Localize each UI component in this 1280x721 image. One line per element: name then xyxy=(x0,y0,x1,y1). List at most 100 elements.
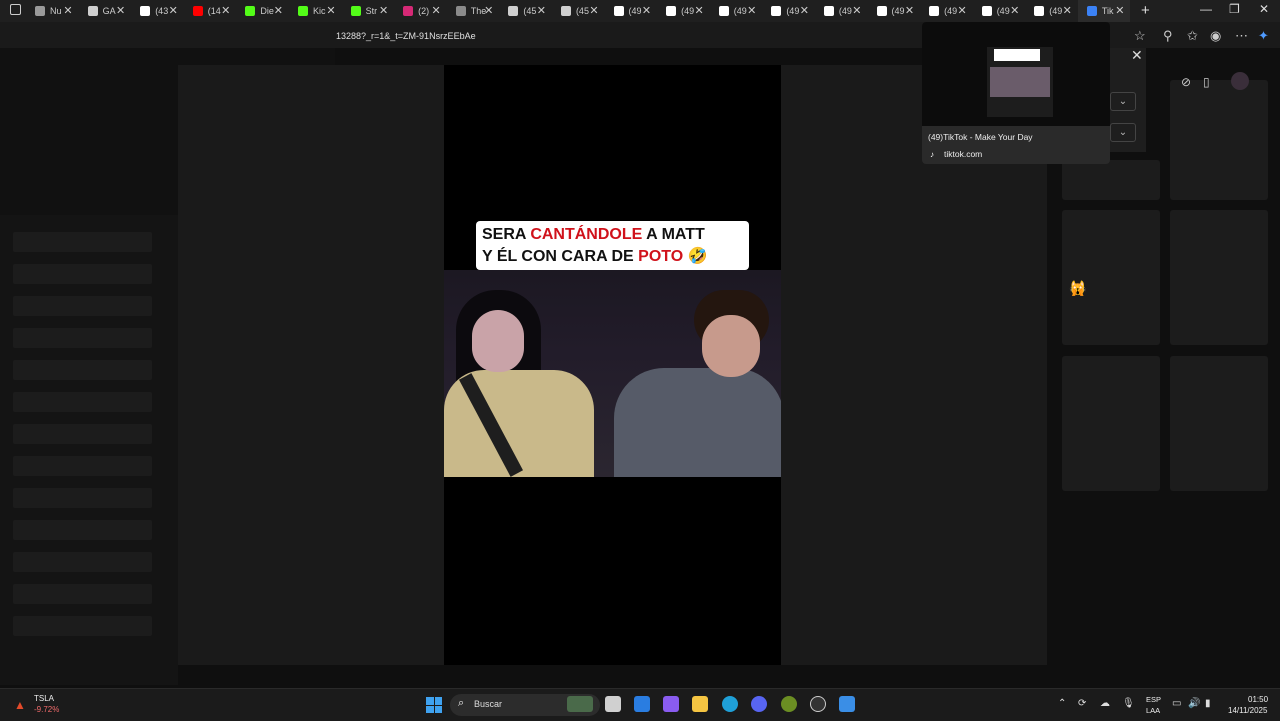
grid-thumbnail[interactable] xyxy=(1170,210,1268,345)
browser-tab[interactable]: (49 ✕ xyxy=(973,0,1026,22)
browser-tab[interactable]: Die ✕ xyxy=(236,0,289,22)
browser-tab[interactable]: (49 ✕ xyxy=(815,0,868,22)
avatar[interactable] xyxy=(1231,72,1249,90)
task-view-icon[interactable] xyxy=(605,696,621,712)
search-highlight-icon[interactable] xyxy=(567,696,593,712)
app-icon[interactable] xyxy=(810,696,826,712)
browser-tab[interactable]: (49 ✕ xyxy=(920,0,973,22)
close-window-button[interactable]: ✕ xyxy=(1259,2,1269,16)
close-tab-icon[interactable]: ✕ xyxy=(589,4,598,17)
close-tab-icon[interactable]: ✕ xyxy=(169,4,178,17)
minimize-button[interactable]: — xyxy=(1200,2,1212,16)
browser-tab[interactable]: (45 ✕ xyxy=(552,0,605,22)
grid-thumbnail[interactable] xyxy=(1062,210,1160,345)
sync-icon[interactable]: ⟳ xyxy=(1078,698,1086,709)
dropdown-1[interactable]: ⌄ xyxy=(1110,92,1136,111)
close-tab-icon[interactable]: ✕ xyxy=(852,4,861,17)
tab-hover-preview: (49)TikTok - Make Your Day ♪ tiktok.com xyxy=(922,22,1110,164)
grid-thumbnail[interactable] xyxy=(1170,356,1268,491)
favorites-icon[interactable]: ✩ xyxy=(1187,28,1198,44)
network-icon[interactable]: ▭ xyxy=(1172,698,1181,709)
volume-icon[interactable]: 🔊 xyxy=(1188,698,1200,709)
clock-time[interactable]: 01:50 xyxy=(1248,695,1268,704)
close-tab-icon[interactable]: ✕ xyxy=(326,4,335,17)
browser-tab[interactable]: (14 ✕ xyxy=(184,0,237,22)
skeleton-item xyxy=(13,296,152,316)
close-tab-icon[interactable]: ✕ xyxy=(537,4,546,17)
grid-thumbnail[interactable] xyxy=(1170,80,1268,200)
skeleton-item xyxy=(13,360,152,380)
discord-icon[interactable] xyxy=(751,696,767,712)
app-icon[interactable] xyxy=(839,696,855,712)
close-tab-icon[interactable]: ✕ xyxy=(116,4,125,17)
microphone-icon[interactable]: 🎙 xyxy=(1122,698,1135,709)
close-tab-icon[interactable]: ✕ xyxy=(957,4,966,17)
loading-icon xyxy=(1086,6,1097,16)
store-icon[interactable] xyxy=(634,696,650,712)
new-tab-button[interactable]: + xyxy=(1141,2,1150,19)
browser-tab[interactable]: (49 ✕ xyxy=(868,0,921,22)
close-tab-icon[interactable]: ✕ xyxy=(747,4,756,17)
close-tab-icon[interactable]: ✕ xyxy=(379,4,388,17)
browser-tab[interactable]: Tik ✕ xyxy=(1077,0,1131,22)
copilot-app-icon[interactable] xyxy=(663,696,679,712)
browser-tab[interactable]: (45 ✕ xyxy=(499,0,552,22)
close-tab-icon[interactable]: ✕ xyxy=(63,4,72,17)
tab-actions-icon[interactable] xyxy=(10,4,21,15)
restore-button[interactable]: ❐ xyxy=(1229,2,1240,16)
browser-tab[interactable]: (2) ✕ xyxy=(394,0,447,22)
close-icon[interactable]: ✕ xyxy=(1131,47,1143,64)
chevron-up-icon[interactable]: ⌃ xyxy=(1058,698,1066,709)
url-field[interactable]: 13288?_r=1&_t=ZM-91NsrzEEbAe xyxy=(336,31,476,41)
browser-tab[interactable]: (49 ✕ xyxy=(762,0,815,22)
close-tab-icon[interactable]: ✕ xyxy=(695,4,704,17)
language-layout[interactable]: LAA xyxy=(1146,706,1160,715)
browser-tab[interactable]: Nu ✕ xyxy=(26,0,79,22)
browser-tab[interactable]: The ✕ xyxy=(447,0,500,22)
stock-symbol[interactable]: TSLA xyxy=(34,694,54,703)
tiktok-icon xyxy=(508,6,519,16)
close-tab-icon[interactable]: ✕ xyxy=(905,4,914,17)
browser-tab[interactable]: (49 ✕ xyxy=(710,0,763,22)
close-tab-icon[interactable]: ✕ xyxy=(221,4,230,17)
language-indicator[interactable]: ESP xyxy=(1146,695,1161,704)
grid-thumbnail[interactable] xyxy=(1062,356,1160,491)
close-tab-icon[interactable]: ✕ xyxy=(800,4,809,17)
tiktok-icon xyxy=(666,6,677,16)
browser-tab[interactable]: (49 ✕ xyxy=(1025,0,1078,22)
phone-icon[interactable]: ▯ xyxy=(1203,75,1210,89)
stock-change: -9.72% xyxy=(34,705,60,714)
browser-tab[interactable]: Kic ✕ xyxy=(289,0,342,22)
favorite-star-icon[interactable]: ☆ xyxy=(1134,28,1146,44)
browser-tab[interactable]: (49 ✕ xyxy=(657,0,710,22)
extensions-icon[interactable]: ⚲ xyxy=(1163,28,1173,44)
battery-icon[interactable]: ▮ xyxy=(1205,698,1211,709)
youtube-icon xyxy=(192,6,203,16)
browser-tab[interactable]: (43 ✕ xyxy=(131,0,184,22)
close-tab-icon[interactable]: ✕ xyxy=(1063,4,1072,17)
file-explorer-icon[interactable] xyxy=(692,696,708,712)
browser-tab[interactable]: (49 ✕ xyxy=(605,0,658,22)
more-menu-icon[interactable]: ⋯ xyxy=(1235,28,1248,44)
browser-tab[interactable]: Str ✕ xyxy=(342,0,395,22)
close-tab-icon[interactable]: ✕ xyxy=(484,4,493,17)
close-tab-icon[interactable]: ✕ xyxy=(432,4,441,17)
start-button[interactable] xyxy=(426,697,442,713)
copilot-icon[interactable]: ✦ xyxy=(1258,28,1269,44)
profile-avatar[interactable]: ◉ xyxy=(1210,28,1221,44)
close-tab-icon[interactable]: ✕ xyxy=(274,4,283,17)
tiktok-icon xyxy=(87,6,98,16)
dropdown-2[interactable]: ⌄ xyxy=(1110,123,1136,142)
browser-tab[interactable]: GA ✕ xyxy=(79,0,132,22)
onedrive-icon[interactable]: ☁ xyxy=(1100,698,1110,709)
skeleton-item xyxy=(13,584,152,604)
clock-date[interactable]: 14/11/2025 xyxy=(1228,706,1267,715)
stock-chart-icon[interactable]: ▲ xyxy=(14,698,26,712)
app-icon[interactable] xyxy=(781,696,797,712)
close-tab-icon[interactable]: ✕ xyxy=(1115,4,1124,17)
edge-icon[interactable] xyxy=(722,696,738,712)
compass-icon[interactable]: ⊘ xyxy=(1181,75,1191,89)
close-tab-icon[interactable]: ✕ xyxy=(642,4,651,17)
close-tab-icon[interactable]: ✕ xyxy=(1010,4,1019,17)
grid-thumbnail[interactable] xyxy=(1062,160,1160,200)
